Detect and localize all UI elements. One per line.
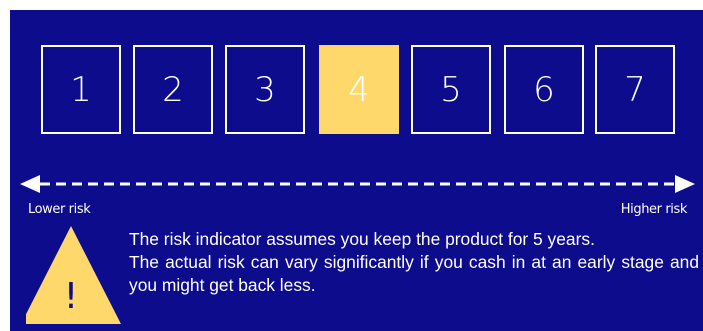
risk-disclaimer: The risk indicator assumes you keep the …	[129, 228, 699, 297]
holding-period-text: The risk indicator assumes you keep the …	[129, 229, 595, 249]
risk-axis-arrow	[20, 175, 695, 193]
risk-indicator-panel: 1 2 3 4 5 6 7 Lower risk Higher risk ! T…	[10, 10, 703, 331]
risk-level-2: 2	[133, 45, 213, 134]
risk-level-7: 7	[595, 45, 675, 134]
higher-risk-label: Higher risk	[620, 202, 688, 217]
risk-level-1: 1	[41, 45, 121, 134]
risk-level-5: 5	[411, 45, 491, 134]
risk-level-4-selected: 4	[319, 45, 399, 134]
cash-in-warning-text: The actual risk can vary significantly i…	[129, 252, 699, 295]
risk-level-3: 3	[225, 45, 305, 134]
left-arrowhead-icon	[20, 175, 40, 193]
risk-level-6: 6	[504, 45, 584, 134]
warning-triangle-icon: !	[26, 226, 121, 324]
right-arrowhead-icon	[675, 175, 695, 193]
warning-exclamation: !	[64, 276, 78, 317]
lower-risk-label: Lower risk	[28, 202, 91, 217]
